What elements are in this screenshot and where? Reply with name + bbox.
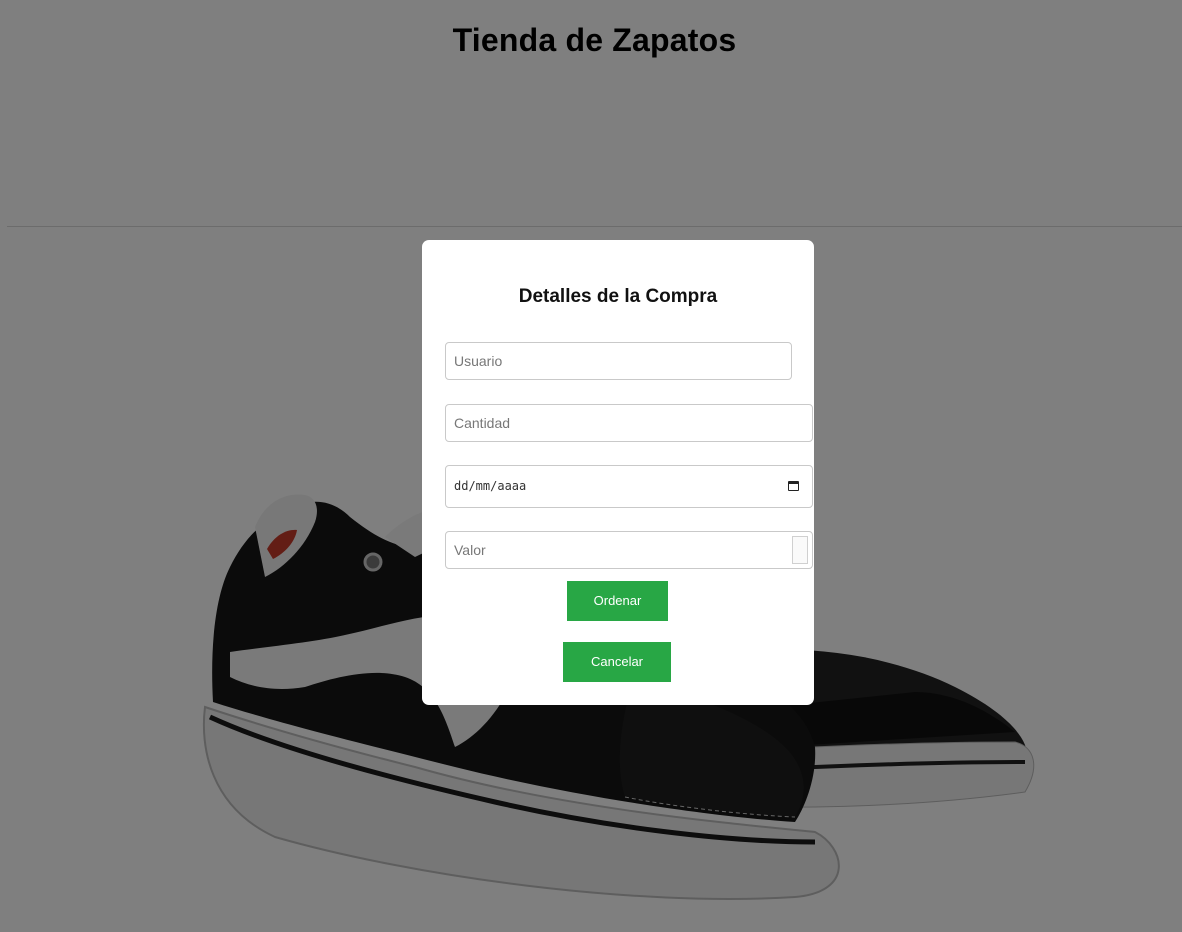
modal-title: Detalles de la Compra — [518, 286, 718, 307]
cantidad-placeholder: Cantidad — [454, 415, 511, 431]
calendar-icon[interactable] — [788, 481, 799, 491]
valor-number-input[interactable]: Valor — [445, 531, 813, 569]
ordenar-button[interactable]: Ordenar — [567, 581, 668, 621]
purchase-details-modal: Detalles de la Compra Usuario Cantidad d… — [422, 240, 814, 705]
fecha-date-input[interactable]: dd/mm/aaaa — [445, 465, 813, 508]
cancelar-button[interactable]: Cancelar — [563, 642, 671, 682]
valor-placeholder: Valor — [454, 542, 486, 558]
usuario-placeholder: Usuario — [454, 353, 503, 369]
number-spinner-icon[interactable] — [792, 536, 808, 564]
fecha-placeholder: dd/mm/aaaa — [454, 479, 527, 493]
cantidad-input[interactable]: Cantidad — [445, 404, 813, 442]
usuario-input[interactable]: Usuario — [445, 342, 792, 380]
